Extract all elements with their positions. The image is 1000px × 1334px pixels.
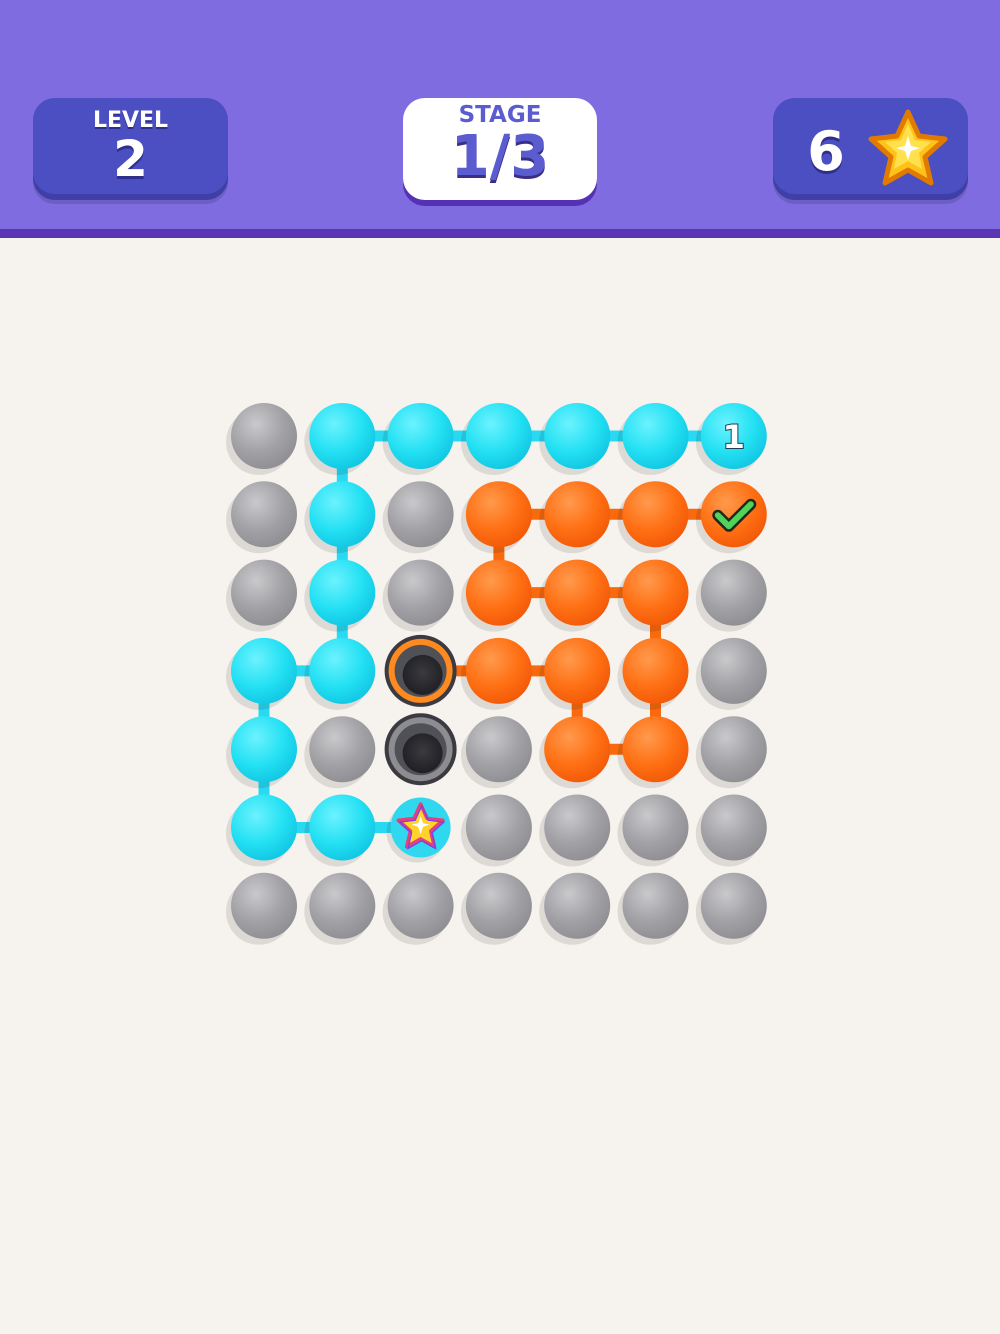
cell-gray[interactable] — [695, 559, 767, 632]
cell-gray[interactable] — [382, 559, 454, 632]
cell-gray[interactable] — [460, 794, 532, 867]
cells-layer: 1 — [226, 403, 767, 945]
cell-orange[interactable] — [617, 559, 689, 632]
cell-hole-orange[interactable] — [384, 634, 457, 707]
cell-gray[interactable] — [539, 794, 611, 867]
cell-cyan[interactable] — [304, 559, 376, 632]
cell-cyan[interactable] — [304, 794, 376, 867]
cell-orange[interactable] — [617, 637, 689, 710]
cell-star[interactable] — [386, 797, 451, 863]
cell-cyan[interactable] — [226, 637, 297, 710]
cell-gray[interactable] — [617, 794, 689, 867]
cell-gray[interactable] — [382, 872, 454, 945]
cell-cyan[interactable] — [382, 403, 454, 475]
cell-cyan[interactable] — [304, 403, 376, 475]
cell-gray[interactable] — [460, 872, 532, 945]
cell-cyan[interactable] — [460, 403, 532, 475]
cell-orange[interactable] — [460, 481, 532, 554]
cell-gray[interactable] — [539, 872, 611, 945]
cell-cyan[interactable] — [617, 403, 689, 475]
cell-cyan[interactable] — [539, 403, 611, 475]
cell-gray[interactable] — [695, 872, 767, 945]
cell-cyan[interactable] — [226, 716, 297, 789]
cell-orange[interactable] — [460, 559, 532, 632]
cell-gray[interactable] — [695, 637, 767, 710]
cell-orange[interactable] — [460, 637, 532, 710]
cell-orange[interactable] — [539, 637, 611, 710]
cell-gray[interactable] — [226, 559, 297, 632]
cell-orange[interactable] — [617, 716, 689, 789]
cell-gray[interactable] — [226, 872, 297, 945]
game-board: 1 — [226, 403, 767, 945]
cell-cyan[interactable] — [304, 481, 376, 554]
cell-gray[interactable] — [695, 716, 767, 789]
cell-gray[interactable] — [226, 481, 297, 554]
cell-orange[interactable] — [539, 716, 611, 789]
cell-orange[interactable] — [539, 481, 611, 554]
cell-gray[interactable] — [695, 794, 767, 867]
cell-orange[interactable] — [617, 481, 689, 554]
cell-number-label: 1 — [723, 418, 745, 456]
cell-gray[interactable] — [617, 872, 689, 945]
cell-gray[interactable] — [226, 403, 297, 475]
cell-gray[interactable] — [304, 872, 376, 945]
cell-cyan[interactable] — [304, 637, 376, 710]
cell-gray[interactable] — [460, 716, 532, 789]
cell-gray[interactable] — [304, 716, 376, 789]
cell-gray[interactable] — [382, 481, 454, 554]
cell-orange[interactable] — [539, 559, 611, 632]
cell-cyan[interactable] — [226, 794, 297, 867]
cell-hole-gray[interactable] — [384, 713, 457, 786]
